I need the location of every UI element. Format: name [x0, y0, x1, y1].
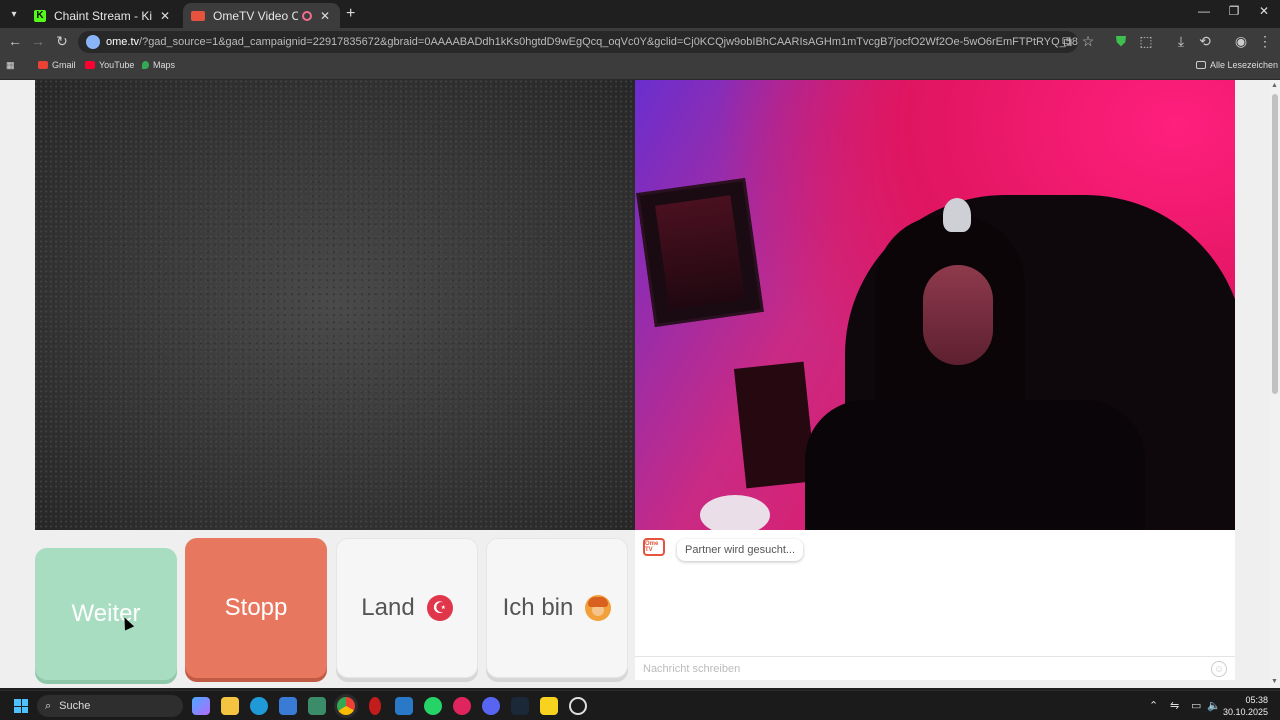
partner-video — [35, 80, 635, 530]
obs-icon[interactable] — [569, 697, 587, 715]
windows-taskbar: ⌕ Suche ⌃ ⇋ ▭ 🔈 05:38 30.10.2025 — [0, 690, 1280, 720]
url-path: /?gad_source=1&gad_campaignid=2291783567… — [139, 36, 1078, 48]
copilot-icon[interactable] — [192, 697, 210, 715]
sticky-notes-icon[interactable] — [540, 697, 558, 715]
cast-icon[interactable]: ⧉ — [1058, 33, 1076, 50]
youtube-icon — [85, 61, 95, 69]
gender-button-label: Ich bin — [502, 594, 574, 621]
minimize-button[interactable]: — — [1189, 4, 1219, 18]
calendar-app-icon[interactable] — [395, 697, 413, 715]
emoji-icon[interactable]: ☺ — [1211, 661, 1227, 677]
cup-object — [700, 495, 770, 530]
scroll-thumb[interactable] — [1272, 94, 1278, 394]
tab-ometv[interactable]: OmeTV Video Chat — Ome ✕ — [183, 3, 340, 28]
stop-button[interactable]: Stopp — [185, 538, 327, 678]
windows-start-icon[interactable] — [14, 699, 28, 713]
country-button-label: Land — [361, 594, 415, 621]
search-icon: ⌕ — [45, 699, 52, 712]
app-icon[interactable] — [308, 697, 326, 715]
status-message: Partner wird gesucht... — [677, 539, 804, 561]
volume-icon[interactable]: 🔈 — [1207, 699, 1221, 712]
store-icon[interactable] — [279, 697, 297, 715]
scroll-up-icon[interactable]: ▲ — [1271, 82, 1278, 89]
browser-toolbar: ← → ↻ ome.tv /?gad_source=1&gad_campaign… — [0, 28, 1280, 56]
self-video — [635, 80, 1235, 530]
bookmark-label: Maps — [153, 60, 176, 70]
discord-icon[interactable] — [482, 697, 500, 715]
turkey-flag-icon: ☪ — [426, 595, 453, 621]
tray-chevron-icon[interactable]: ⌃ — [1149, 699, 1158, 712]
tab-close-icon[interactable]: ✕ — [158, 9, 172, 23]
horn-headband — [943, 198, 971, 232]
page-scrollbar[interactable]: ▲ ▼ — [1270, 80, 1280, 688]
bookmark-label: Gmail — [52, 60, 76, 70]
network-activity-icon[interactable]: ⇋ — [1170, 699, 1179, 712]
extensions-icon[interactable]: ⬚ — [1137, 33, 1155, 50]
bookmark-maps[interactable]: Maps — [142, 60, 175, 70]
download-icon[interactable]: ⤓ — [1172, 33, 1190, 50]
tab-title: Chaint Stream - Kick Dashboard — [54, 8, 152, 23]
person-body — [805, 400, 1145, 530]
ometv-favicon-icon — [191, 10, 205, 21]
shield-extension-icon[interactable]: ⛊ — [1112, 33, 1130, 50]
profile-avatar-icon[interactable]: ◉ — [1232, 33, 1250, 50]
site-info-icon[interactable] — [86, 35, 100, 49]
ometv-logo-icon: Ome TV — [643, 538, 665, 556]
bookmark-star-icon[interactable]: ☆ — [1079, 33, 1097, 50]
clock-time: 05:38 — [1245, 695, 1268, 705]
history-icon[interactable]: ⟲ — [1196, 33, 1214, 50]
new-tab-button[interactable]: + — [346, 5, 355, 23]
clock-date: 30.10.2025 — [1222, 707, 1268, 717]
bookmark-gmail[interactable]: Gmail — [38, 60, 76, 70]
whatsapp-icon[interactable] — [424, 697, 442, 715]
chat-panel: Ome TV Partner wird gesucht... Nachricht… — [635, 530, 1235, 680]
country-button[interactable]: Land ☪ — [336, 538, 478, 678]
media-player-icon[interactable] — [453, 697, 471, 715]
apps-grid-icon[interactable]: ▦ — [6, 60, 15, 71]
bookmarks-bar: ▦ Gmail YouTube Maps Alle Lesezeichen — [0, 56, 1280, 80]
file-explorer-icon[interactable] — [221, 697, 239, 715]
folder-icon — [1196, 61, 1206, 69]
tab-title: OmeTV Video Chat — Ome — [213, 8, 298, 23]
bookmark-youtube[interactable]: YouTube — [85, 60, 134, 70]
maps-pin-icon — [142, 61, 149, 69]
scroll-down-icon[interactable]: ▼ — [1271, 678, 1278, 685]
address-bar[interactable]: ome.tv /?gad_source=1&gad_campaignid=229… — [78, 31, 1078, 53]
taskbar-search[interactable]: ⌕ Suche — [37, 695, 183, 717]
bookmark-label: YouTube — [99, 60, 135, 70]
tab-strip: ▾ K Chaint Stream - Kick Dashboard ✕ Ome… — [0, 0, 1280, 28]
message-placeholder: Nachricht schreiben — [643, 662, 741, 675]
ometv-page: Weiter Stopp Land ☪ Ich bin Ome TV Partn… — [0, 80, 1270, 688]
restore-button[interactable]: ❐ — [1219, 4, 1249, 18]
wall-poster — [636, 178, 764, 327]
bookmark-folder-label: Alle Lesezeichen — [1210, 60, 1279, 70]
steam-icon[interactable] — [511, 697, 529, 715]
gender-button[interactable]: Ich bin — [486, 538, 628, 678]
kick-favicon-icon: K — [34, 9, 46, 22]
display-icon[interactable]: ▭ — [1191, 699, 1201, 712]
red-app-icon[interactable] — [369, 697, 381, 715]
edge-icon[interactable] — [250, 697, 268, 715]
reload-icon[interactable]: ↻ — [53, 33, 71, 50]
chrome-icon[interactable] — [337, 697, 355, 715]
menu-icon[interactable]: ⋮ — [1256, 33, 1274, 50]
book-image — [733, 361, 817, 489]
gmail-icon — [38, 61, 48, 69]
tab-kick-dashboard[interactable]: K Chaint Stream - Kick Dashboard ✕ — [26, 3, 180, 28]
recording-indicator-icon — [302, 10, 312, 21]
tab-close-icon[interactable]: ✕ — [318, 9, 332, 23]
clock[interactable]: 05:38 30.10.2025 — [1222, 694, 1268, 718]
all-bookmarks-folder[interactable]: Alle Lesezeichen — [1196, 60, 1278, 70]
back-icon[interactable]: ← — [6, 33, 24, 49]
stop-button-label: Stopp — [224, 594, 288, 621]
forward-icon[interactable]: → — [29, 33, 47, 49]
tab-search-button[interactable]: ▾ — [4, 4, 24, 24]
boy-avatar-icon — [585, 595, 612, 621]
url-host: ome.tv — [106, 36, 140, 48]
person-face — [923, 265, 993, 365]
search-label: Suche — [59, 700, 91, 712]
message-input[interactable]: Nachricht schreiben ☺ — [635, 656, 1235, 680]
close-window-button[interactable]: ✕ — [1249, 4, 1279, 18]
next-button[interactable]: Weiter — [35, 548, 177, 680]
